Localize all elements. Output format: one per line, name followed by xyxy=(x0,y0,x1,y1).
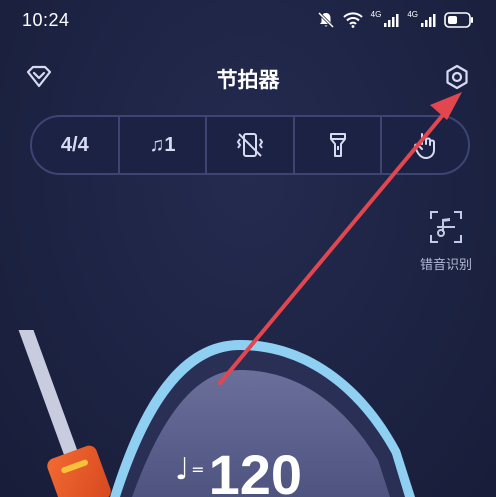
status-bar: 10:24 4G 4G xyxy=(0,0,496,44)
vibration-toggle-button[interactable] xyxy=(207,117,295,173)
pitch-detect-button[interactable]: 错音识别 xyxy=(410,208,482,273)
signal-icon xyxy=(421,14,436,27)
time-signature-label: 4/4 xyxy=(60,133,89,156)
header: 节拍器 xyxy=(0,52,496,102)
subdivision-button[interactable]: ♫1 xyxy=(120,117,208,173)
vibration-off-icon xyxy=(236,133,264,157)
subdivision-label: ♫1 xyxy=(149,133,176,156)
tap-tempo-button[interactable] xyxy=(382,117,468,173)
wifi-icon xyxy=(342,12,363,28)
status-icons: 4G 4G xyxy=(317,9,474,31)
page-title: 节拍器 xyxy=(216,68,280,92)
bpm-value: 120 xyxy=(208,443,302,497)
signal-icon xyxy=(384,14,399,27)
pitch-detect-icon xyxy=(430,211,462,243)
pitch-detect-label: 错音识别 xyxy=(419,258,472,273)
settings-gear-icon[interactable] xyxy=(442,63,472,93)
quarter-note-icon: ♩ xyxy=(175,452,190,487)
battery-icon xyxy=(444,12,473,28)
tempo-equals: = xyxy=(191,460,205,479)
flashlight-icon xyxy=(329,133,346,157)
metronome-screen: 10:24 4G 4G 节拍器 4/4 ♫1 错音识别 ♩ = 120 xyxy=(0,0,496,497)
pendulum-weight xyxy=(47,445,111,497)
time-signature-button[interactable]: 4/4 xyxy=(32,117,120,173)
signal-label-1: 4G xyxy=(370,9,382,19)
tempo-readout[interactable]: ♩ = 120 xyxy=(175,430,302,497)
signal-label-2: 4G xyxy=(407,9,418,19)
mute-bell-icon xyxy=(317,11,334,29)
status-time: 10:24 xyxy=(22,10,70,30)
metronome-toolbar: 4/4 ♫1 xyxy=(30,115,470,175)
flashlight-toggle-button[interactable] xyxy=(295,117,383,173)
tap-hand-icon xyxy=(414,133,436,159)
